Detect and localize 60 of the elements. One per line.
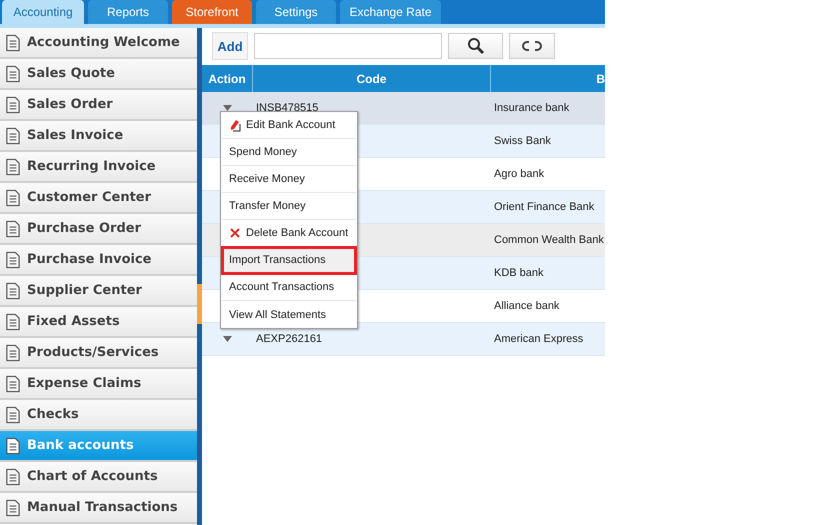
table-cell: AEXP262161: [256, 333, 322, 345]
sidebar-item[interactable]: Purchase Order: [0, 214, 197, 245]
document-icon: [4, 406, 21, 424]
table-cell: Common Wealth Bank: [494, 234, 604, 246]
refresh-button[interactable]: [509, 33, 555, 59]
sidebar-item[interactable]: Fixed Assets: [0, 307, 197, 338]
table-cell: INSB478515: [256, 102, 318, 114]
document-icon: [4, 126, 21, 144]
column-header: B: [595, 70, 605, 88]
search-icon: [466, 37, 484, 55]
menu-item[interactable]: Import Transactions: [222, 247, 356, 274]
pencil-icon: [229, 118, 241, 132]
table-cell: Orient Finance Bank: [494, 201, 594, 213]
document-icon: [4, 96, 21, 114]
document-icon: [4, 468, 21, 486]
search-button[interactable]: [448, 33, 503, 59]
sidebar-item[interactable]: Chart of Accounts: [0, 462, 197, 493]
menu-item[interactable]: Edit Bank Account: [222, 112, 356, 139]
sidebar-item[interactable]: Sales Invoice: [0, 121, 197, 152]
document-icon: [4, 436, 21, 454]
sidebar-item[interactable]: Sales Quote: [0, 59, 197, 90]
sidebar-item[interactable]: Sales Order: [0, 90, 197, 121]
table-cell: American Express: [494, 333, 584, 345]
collapse-handle[interactable]: [197, 284, 202, 324]
document-icon: [4, 312, 21, 330]
menu-item[interactable]: Spend Money: [222, 139, 356, 166]
document-icon: [4, 188, 21, 206]
document-icon: [4, 282, 21, 300]
sidebar-item[interactable]: Recurring Invoice: [0, 152, 197, 183]
document-icon: [4, 34, 21, 52]
document-icon: [4, 220, 21, 238]
sidebar-item[interactable]: Checks: [0, 400, 197, 431]
cross-icon: [229, 227, 241, 239]
refresh-icon: [522, 39, 542, 53]
tab[interactable]: Accounting: [2, 0, 84, 24]
table-cell: Agro bank: [494, 168, 544, 180]
table-cell: KDB bank: [494, 267, 544, 279]
menu-item[interactable]: Transfer Money: [222, 193, 356, 220]
sidebar-item[interactable]: Supplier Center: [0, 276, 197, 307]
sidebar-item[interactable]: Manual Transactions: [0, 493, 197, 524]
document-icon: [4, 498, 21, 516]
sidebar-item[interactable]: Expense Claims: [0, 369, 197, 400]
document-icon: [4, 250, 21, 268]
menu-item[interactable]: View All Statements: [222, 301, 356, 328]
sidebar-item[interactable]: Accounting Welcome: [0, 28, 197, 59]
document-icon: [4, 158, 21, 176]
document-icon: [4, 344, 21, 362]
table-cell: Insurance bank: [494, 102, 570, 114]
document-icon: [4, 374, 21, 392]
table-cell: Alliance bank: [494, 300, 560, 312]
menu-item[interactable]: Account Transactions: [222, 274, 356, 301]
sidebar-item[interactable]: Purchase Invoice: [0, 245, 197, 276]
add-button[interactable]: Add: [212, 32, 248, 60]
caret-icon[interactable]: [222, 336, 232, 342]
sidebar-item[interactable]: Products/Services: [0, 338, 197, 369]
menu-item[interactable]: Receive Money: [222, 166, 356, 193]
document-icon: [4, 64, 21, 82]
search-field[interactable]: [254, 33, 442, 59]
table-cell: Swiss Bank: [494, 135, 551, 147]
sidebar-item[interactable]: Customer Center: [0, 183, 197, 214]
